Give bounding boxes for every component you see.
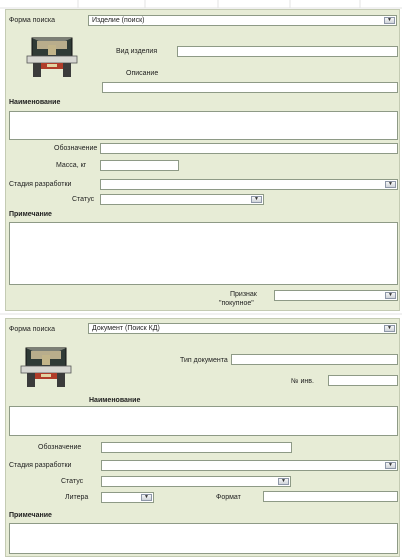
stage-label: Стадия разработки bbox=[9, 462, 72, 469]
name-textarea[interactable] bbox=[9, 406, 398, 436]
designation-input[interactable] bbox=[101, 442, 292, 453]
purchased-label-line1: Признак bbox=[230, 291, 257, 298]
inv-number-input[interactable] bbox=[328, 375, 398, 386]
chevron-down-icon[interactable]: ▼ bbox=[384, 17, 395, 24]
format-label: Формат bbox=[216, 494, 241, 501]
status-select[interactable]: ▼ bbox=[100, 194, 264, 205]
note-textarea[interactable] bbox=[9, 523, 398, 554]
product-type-label: Вид изделия bbox=[116, 48, 158, 55]
doc-type-input[interactable] bbox=[231, 354, 398, 365]
designation-label: Обозначение bbox=[54, 145, 98, 152]
name-label: Наименование bbox=[89, 397, 141, 404]
name-label: Наименование bbox=[9, 99, 61, 106]
document-search-panel: Форма поиска Документ (Поиск КД) ▼ Тип д… bbox=[5, 318, 400, 557]
mass-label: Масса, кг bbox=[56, 162, 87, 169]
designation-input[interactable] bbox=[100, 143, 398, 154]
desk-lamp-icon bbox=[23, 35, 81, 79]
doc-type-label: Тип документа bbox=[180, 357, 228, 364]
chevron-down-icon[interactable]: ▼ bbox=[278, 478, 289, 485]
search-form-label: Форма поиска bbox=[9, 326, 55, 333]
designation-label: Обозначение bbox=[38, 444, 82, 451]
chevron-down-icon[interactable]: ▼ bbox=[251, 196, 262, 203]
mass-input[interactable] bbox=[100, 160, 179, 171]
description-label: Описание bbox=[126, 70, 159, 77]
search-form-select[interactable]: Документ (Поиск КД) ▼ bbox=[88, 323, 397, 334]
chevron-down-icon[interactable]: ▼ bbox=[385, 462, 396, 469]
search-form-select[interactable]: Изделие (поиск) ▼ bbox=[88, 15, 397, 26]
chevron-down-icon[interactable]: ▼ bbox=[384, 325, 395, 332]
desk-lamp-icon bbox=[17, 345, 75, 389]
stage-label: Стадия разработки bbox=[9, 181, 72, 188]
search-form-value: Документ (Поиск КД) bbox=[92, 325, 160, 332]
note-label: Примечание bbox=[9, 512, 52, 519]
product-type-input[interactable] bbox=[177, 46, 398, 57]
chevron-down-icon[interactable]: ▼ bbox=[141, 494, 152, 501]
purchased-select[interactable]: ▼ bbox=[274, 290, 398, 301]
inv-number-label: № инв. bbox=[291, 378, 314, 385]
status-label: Статус bbox=[72, 196, 95, 203]
status-select[interactable]: ▼ bbox=[101, 476, 291, 487]
note-label: Примечание bbox=[9, 211, 52, 218]
litera-select[interactable]: ▼ bbox=[101, 492, 154, 503]
product-search-panel: Форма поиска Изделие (поиск) ▼ Вид издел… bbox=[5, 9, 400, 311]
stage-select[interactable]: ▼ bbox=[100, 179, 398, 190]
format-input[interactable] bbox=[263, 491, 398, 502]
litera-label: Литера bbox=[65, 494, 89, 501]
search-form-value: Изделие (поиск) bbox=[92, 17, 145, 24]
stage-select[interactable]: ▼ bbox=[101, 460, 398, 471]
purchased-label-line2: "покупное" bbox=[219, 300, 254, 307]
name-textarea[interactable] bbox=[9, 111, 398, 140]
status-label: Статус bbox=[61, 478, 84, 485]
search-form-label: Форма поиска bbox=[9, 17, 55, 24]
chevron-down-icon[interactable]: ▼ bbox=[385, 181, 396, 188]
chevron-down-icon[interactable]: ▼ bbox=[385, 292, 396, 299]
description-input[interactable] bbox=[102, 82, 398, 93]
note-textarea[interactable] bbox=[9, 222, 398, 285]
